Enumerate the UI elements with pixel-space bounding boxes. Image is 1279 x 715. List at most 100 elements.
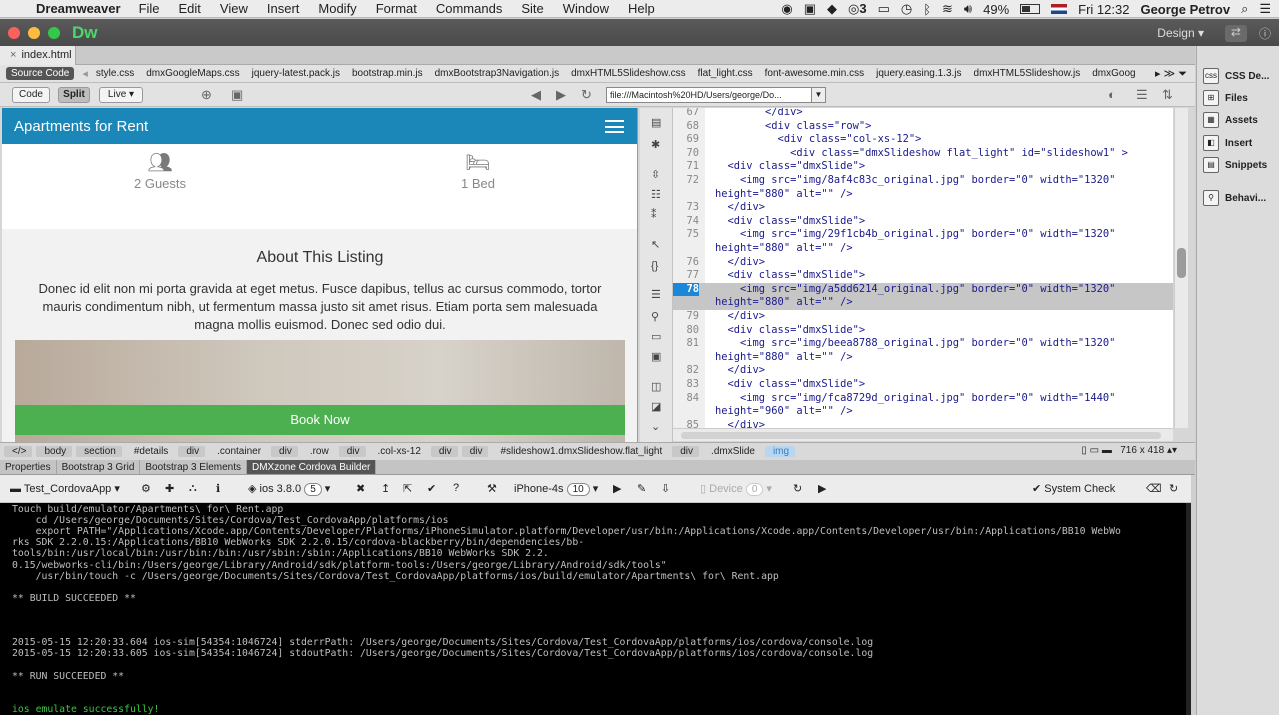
menu-file[interactable]: File [139,1,160,16]
related-file[interactable]: dmxBootstrap3Navigation.js [435,68,560,79]
forward-icon[interactable]: ▶ [556,87,566,103]
code-line[interactable]: 78 <img src="img/a5dd6214_original.jpg" … [673,282,1173,297]
system-check-button[interactable]: ✔ System Check [1032,482,1115,495]
recent-snippets-icon[interactable]: ◫ [651,380,661,393]
volume-icon[interactable]: 🔊︎ [964,1,972,17]
browser-preview-icon[interactable]: ▣ [231,87,243,103]
notification-icon[interactable]: ◎3 [848,1,867,17]
code-line[interactable]: 68 <div class="row"> [673,120,871,134]
menu-edit[interactable]: Edit [179,1,201,16]
tab-cordova-builder[interactable]: DMXzone Cordova Builder [247,460,377,474]
code-line[interactable]: height="880" alt="" /> [673,188,853,202]
preview-globe-icon[interactable]: ◐ [1108,87,1116,102]
tab-properties[interactable]: Properties [0,460,57,474]
back-icon[interactable]: ◀ [531,87,541,103]
airplay-icon[interactable]: ▭ [878,1,890,17]
code-line[interactable]: 70 <div class="dmxSlideshow flat_light" … [673,147,1127,161]
clear-console-icon[interactable]: ⌫ [1146,482,1162,495]
menu-site[interactable]: Site [521,1,543,16]
platform-selector[interactable]: ◈ ios 3.8.0 5 ▾ [248,482,330,496]
related-file[interactable]: flat_light.css [698,68,753,79]
menu-insert[interactable]: Insert [267,1,300,16]
notification-center-icon[interactable]: ☰ [1259,1,1271,17]
download-icon[interactable]: ⇩ [661,482,670,495]
code-line[interactable]: 82 </div> [673,364,765,378]
menu-modify[interactable]: Modify [318,1,356,16]
scroll-thumb[interactable] [1177,248,1186,278]
clipboard-icon[interactable]: ▣ [804,1,816,17]
zoom-window-button[interactable] [48,26,60,39]
check-icon[interactable]: ✔ [427,482,436,495]
time-machine-icon[interactable]: ◷ [901,1,912,17]
mobile-size-icon[interactable]: ▯ [1081,445,1087,456]
workspace-switcher[interactable]: Design ▾ [1157,26,1204,40]
tag-crumb[interactable]: div [338,446,366,457]
panel-files[interactable]: ⊞ Files [1203,90,1248,106]
code-line[interactable]: 73 </div> [673,201,765,215]
remove-icon[interactable]: ✖ [356,482,365,495]
move-css-icon[interactable]: ◪ [651,400,661,413]
help-icon[interactable]: ? [453,482,459,494]
code-line[interactable]: 80 <div class="dmxSlide"> [673,324,865,338]
live-view[interactable]: Apartments for Rent 👥︎ 2 Guests 🛏︎ 1 Bed… [2,108,638,442]
menu-format[interactable]: Format [376,1,417,16]
code-view[interactable]: 67 </div> 68 <div class="row"> 69 <div cla… [673,108,1173,428]
code-line[interactable]: 72 <img src="img/8af4c83c_original.jpg" … [673,174,1115,188]
tag-crumb[interactable]: #details [126,446,174,457]
dropbox-icon[interactable]: ◆ [827,1,837,17]
tag-crumb[interactable]: div [271,446,298,457]
tab-bootstrap-elements[interactable]: Bootstrap 3 Elements [140,460,247,474]
clock[interactable]: Fri 12:32 [1078,2,1129,17]
console-output[interactable]: Touch build/emulator/Apartments\ for\ Re… [0,503,1186,715]
build-wrench-icon[interactable]: ⚒ [487,482,497,495]
scroll-left-icon[interactable]: ◂ [82,67,88,80]
wifi-icon[interactable]: ≋ [942,1,953,17]
open-documents-icon[interactable]: ▤ [651,116,661,129]
code-line[interactable]: 79 </div> [673,310,765,324]
menu-view[interactable]: View [220,1,248,16]
more-files-icon[interactable]: ▸ ≫ ⏷ [1151,67,1187,81]
book-now-button[interactable]: Book Now [15,405,625,435]
run-icon[interactable]: ▶ [613,482,621,495]
code-line[interactable]: 74 <div class="dmxSlide"> [673,215,865,229]
tag-crumb[interactable]: .container [209,446,267,457]
open-external-icon[interactable]: ⇱ [403,482,412,495]
expand-all-icon[interactable]: ⇳ [651,168,660,181]
tab-bootstrap-grid[interactable]: Bootstrap 3 Grid [57,460,141,474]
wrap-tag-icon[interactable]: ☰ [651,288,661,301]
apply-comment-icon[interactable]: ▭ [651,330,661,343]
address-dropdown-icon[interactable]: ▼ [811,88,825,102]
code-horizontal-scrollbar[interactable] [673,428,1173,441]
tag-crumb[interactable]: .col-xs-12 [370,446,427,457]
status-icon[interactable]: ◉ [781,1,792,17]
window-size[interactable]: ▯ ▭ ▬ 716 x 418 ▴▾ [1081,445,1177,456]
desktop-size-icon[interactable]: ▬ [1102,445,1112,456]
menu-help[interactable]: Help [628,1,655,16]
console-scrollbar[interactable] [1186,503,1191,715]
tag-crumb[interactable]: div [430,446,458,457]
close-window-button[interactable] [8,26,20,39]
user-name[interactable]: George Petrov [1140,2,1230,17]
related-file[interactable]: bootstrap.min.js [352,68,423,79]
minimize-window-button[interactable] [28,26,40,39]
info-icon[interactable]: ℹ [216,482,220,495]
edit-icon[interactable]: ✎ [637,482,646,495]
project-selector[interactable]: ▬ Test_CordovaApp ▾ [10,482,120,495]
code-view-button[interactable]: Code [12,87,50,103]
syntax-error-icon[interactable]: ⚲ [651,310,659,323]
upload-icon[interactable]: ↥ [381,482,390,495]
related-file[interactable]: jquery-latest.pack.js [252,68,340,79]
spotlight-icon[interactable]: ⌕ [1241,1,1248,17]
collapse-tag-icon[interactable]: ✱ [651,138,660,151]
sort-icon[interactable]: ⇅ [1162,87,1173,103]
tag-crumb-current[interactable]: img [764,446,796,457]
menu-commands[interactable]: Commands [436,1,502,16]
settings-icon[interactable]: ⚙ [141,482,151,495]
refresh-icon[interactable]: ↻ [581,87,592,103]
document-tab[interactable]: × index.html [0,46,76,65]
code-line[interactable]: 67 </div> [673,108,802,120]
code-line[interactable]: 69 <div class="col-xs-12"> [673,133,921,147]
tag-crumb[interactable]: body [36,446,73,457]
related-file[interactable]: dmxHTML5Slideshow.css [571,68,685,79]
code-line[interactable]: height="880" alt="" /> [673,242,853,256]
